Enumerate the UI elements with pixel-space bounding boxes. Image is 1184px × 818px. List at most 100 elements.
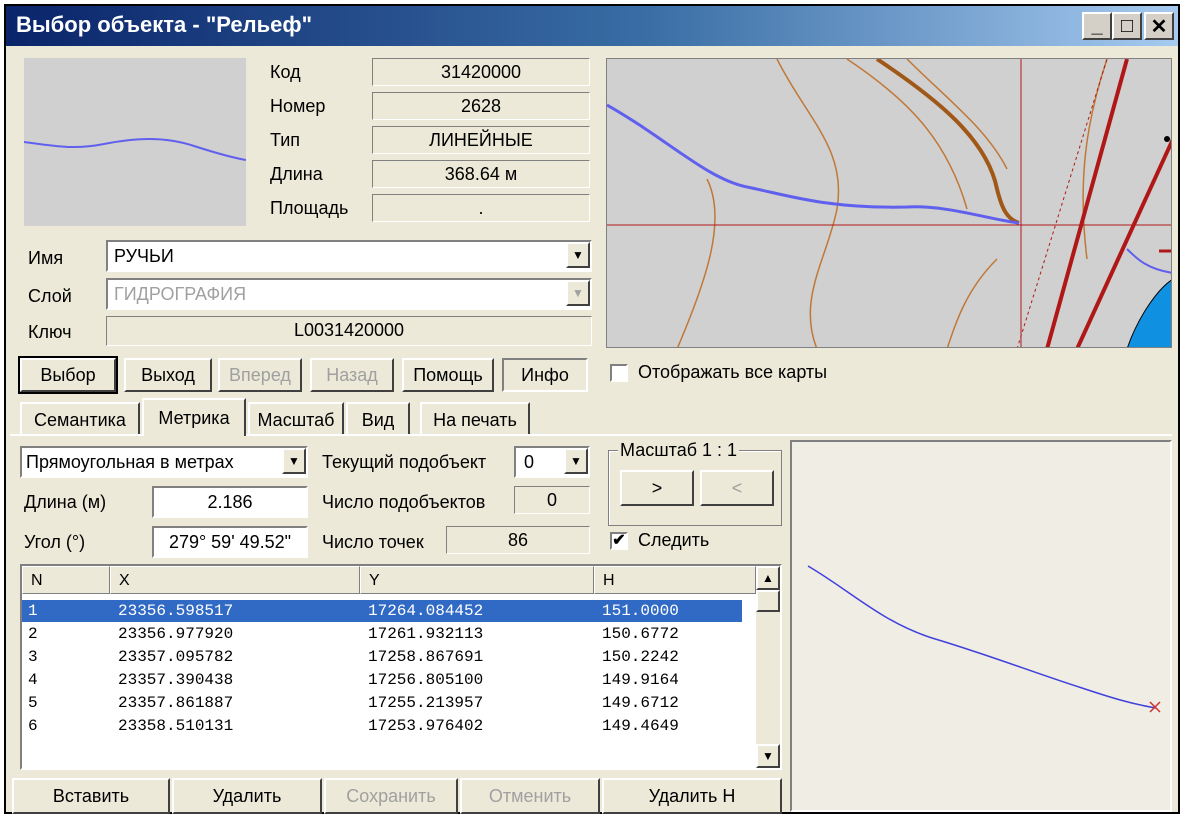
table-cell: 23357.390438 xyxy=(118,671,234,689)
tab-print[interactable]: На печать xyxy=(420,402,530,436)
table-cell: 3 xyxy=(28,648,38,666)
code-label: Код xyxy=(270,62,301,82)
delete-h-button[interactable]: Удалить Н xyxy=(602,778,782,814)
chevron-down-icon: ▼ xyxy=(566,280,590,306)
arrow-down-icon[interactable]: ▼ xyxy=(756,744,780,768)
scale-next-button[interactable]: > xyxy=(620,470,694,506)
table-cell: 17264.084452 xyxy=(368,602,484,620)
column-header-h[interactable]: H xyxy=(594,566,756,594)
map-drawing xyxy=(607,59,1171,347)
layer-label: Слой xyxy=(28,286,72,306)
table-cell: 17256.805100 xyxy=(368,671,484,689)
type-field: ЛИНЕЙНЫЕ xyxy=(372,126,590,154)
scrollbar-thumb[interactable] xyxy=(756,590,780,612)
table-row[interactable]: 4 23357.390438 17256.805100 149.9164 xyxy=(22,669,742,691)
select-button[interactable]: Выбор xyxy=(18,356,118,394)
minimize-icon: _ xyxy=(1091,14,1103,37)
number-field: 2628 xyxy=(372,92,590,120)
table-cell: 17255.213957 xyxy=(368,694,484,712)
key-field: L0031420000 xyxy=(106,316,592,346)
tab-strip: Семантика Метрика Масштаб Вид На печать xyxy=(20,398,580,436)
table-cell: 23357.861887 xyxy=(118,694,234,712)
show-all-maps-checkbox[interactable] xyxy=(610,364,628,382)
table-cell: 23356.977920 xyxy=(118,625,234,643)
arrow-up-icon[interactable]: ▲ xyxy=(756,566,780,590)
subobject-count-field: 0 xyxy=(514,486,590,514)
type-label: Тип xyxy=(270,130,301,150)
name-value: РУЧЬИ xyxy=(114,246,174,266)
table-scrollbar[interactable]: ▲ ▼ xyxy=(756,566,780,768)
map-view[interactable] xyxy=(606,58,1172,348)
checkmark-icon: ✔ xyxy=(612,532,626,549)
save-button: Сохранить xyxy=(324,778,458,814)
current-subobject-label: Текущий подобъект xyxy=(322,452,487,472)
table-cell: 150.6772 xyxy=(602,625,679,643)
back-button: Назад xyxy=(310,358,394,392)
table-cell: 2 xyxy=(28,625,38,643)
maximize-button[interactable]: □ xyxy=(1112,12,1142,40)
table-cell: 17253.976402 xyxy=(368,717,484,735)
table-cell: 151.0000 xyxy=(602,602,679,620)
metric-length-input[interactable]: 2.186 xyxy=(152,486,308,518)
metric-length-label: Длина (м) xyxy=(24,492,107,512)
title-bar[interactable]: Выбор объекта - "Рельеф" _ □ ✕ xyxy=(6,6,1178,46)
chevron-down-icon[interactable]: ▼ xyxy=(566,242,590,268)
follow-label: Следить xyxy=(638,530,710,550)
table-cell: 150.2242 xyxy=(602,648,679,666)
table-row[interactable]: 3 23357.095782 17258.867691 150.2242 xyxy=(22,646,742,668)
table-cell: 149.9164 xyxy=(602,671,679,689)
table-row[interactable]: 5 23357.861887 17255.213957 149.6712 xyxy=(22,692,742,714)
window-title: Выбор объекта - "Рельеф" xyxy=(16,12,313,37)
code-field: 31420000 xyxy=(372,58,590,86)
tab-view[interactable]: Вид xyxy=(346,402,410,436)
table-cell: 6 xyxy=(28,717,38,735)
table-cell: 1 xyxy=(28,602,38,620)
point-count-field: 86 xyxy=(446,526,590,554)
tab-metric[interactable]: Метрика xyxy=(142,398,246,436)
subobject-count-label: Число подобъектов xyxy=(322,492,486,512)
table-row[interactable]: 2 23356.977920 17261.932113 150.6772 xyxy=(22,623,742,645)
chevron-down-icon[interactable]: ▼ xyxy=(564,448,588,474)
coord-system-combo[interactable]: Прямоугольная в метрах ▼ xyxy=(20,446,308,478)
name-combo[interactable]: РУЧЬИ ▼ xyxy=(106,240,592,272)
area-field: . xyxy=(372,194,590,222)
column-header-x[interactable]: X xyxy=(110,566,360,594)
table-body: N X Y H 1 23356.598517 17264.084452 151.000… xyxy=(22,566,756,768)
column-header-n[interactable]: N xyxy=(22,566,110,594)
metric-angle-input[interactable]: 279° 59' 49.52" xyxy=(152,526,308,558)
table-row[interactable]: 6 23358.510131 17253.976402 149.4649 xyxy=(22,715,742,737)
close-button[interactable]: ✕ xyxy=(1144,12,1174,40)
scale-label: Масштаб 1 : 1 xyxy=(618,440,740,461)
metric-preview xyxy=(790,440,1172,812)
length-label: Длина xyxy=(270,164,323,184)
coordinates-table[interactable]: N X Y H 1 23356.598517 17264.084452 151.000… xyxy=(20,564,782,770)
close-icon: ✕ xyxy=(1150,15,1168,38)
point-count-label: Число точек xyxy=(322,532,424,552)
help-button[interactable]: Помощь xyxy=(402,358,494,392)
current-subobject-combo[interactable]: 0 ▼ xyxy=(514,446,590,478)
table-row[interactable]: 1 23356.598517 17264.084452 151.0000 xyxy=(22,600,742,622)
cancel-button: Отменить xyxy=(460,778,600,814)
layer-value: ГИДРОГРАФИЯ xyxy=(114,284,247,304)
column-header-y[interactable]: Y xyxy=(360,566,594,594)
area-label: Площадь xyxy=(270,198,349,218)
key-label: Ключ xyxy=(28,322,72,342)
maximize-icon: □ xyxy=(1120,14,1134,37)
dialog-window: Выбор объекта - "Рельеф" _ □ ✕ Код 31420… xyxy=(4,4,1180,814)
follow-checkbox[interactable]: ✔ xyxy=(610,532,628,550)
scale-prev-button: < xyxy=(700,470,774,506)
tab-scale[interactable]: Масштаб xyxy=(248,402,344,436)
minimize-button[interactable]: _ xyxy=(1082,12,1112,40)
name-label: Имя xyxy=(28,248,64,268)
object-preview xyxy=(23,58,247,226)
table-cell: 23357.095782 xyxy=(118,648,234,666)
tab-semantics[interactable]: Семантика xyxy=(20,402,140,436)
layer-combo: ГИДРОГРАФИЯ ▼ xyxy=(106,278,592,310)
chevron-down-icon[interactable]: ▼ xyxy=(282,448,306,474)
delete-button[interactable]: Удалить xyxy=(172,778,322,814)
info-button[interactable]: Инфо xyxy=(502,358,588,392)
show-all-maps-label: Отображать все карты xyxy=(638,362,828,382)
insert-button[interactable]: Вставить xyxy=(12,778,170,814)
metric-preview-line xyxy=(807,565,1161,713)
exit-button[interactable]: Выход xyxy=(124,358,212,392)
